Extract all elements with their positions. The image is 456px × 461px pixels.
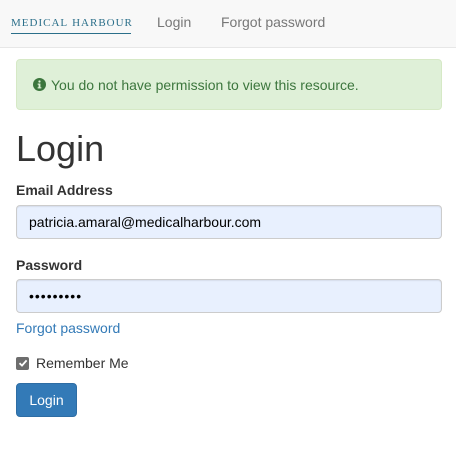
- password-field[interactable]: [16, 279, 442, 313]
- checkmark-icon: [18, 359, 27, 367]
- login-button[interactable]: Login: [16, 383, 77, 417]
- remember-me-checkbox[interactable]: [16, 356, 29, 370]
- navbar: MEDICAL HARBOUR Login Forgot password: [0, 0, 456, 48]
- brand-text-harbour: HARBOUR: [72, 16, 133, 29]
- password-label: Password: [16, 257, 83, 273]
- alert-message: You do not have permission to view this …: [51, 76, 359, 93]
- nav-link-forgot-password[interactable]: Forgot password: [221, 14, 325, 30]
- page-title: Login: [16, 128, 105, 169]
- info-circle-icon: [33, 78, 46, 91]
- brand-underline: [11, 33, 131, 34]
- remember-me-label: Remember Me: [36, 355, 129, 371]
- email-label: Email Address: [16, 182, 113, 198]
- email-field[interactable]: [16, 205, 442, 239]
- forgot-password-link[interactable]: Forgot password: [16, 320, 120, 336]
- permission-alert: You do not have permission to view this …: [16, 59, 442, 110]
- nav-link-login[interactable]: Login: [157, 14, 191, 30]
- remember-me[interactable]: Remember Me: [16, 355, 129, 371]
- brand-text-medical: MEDICAL: [11, 16, 69, 29]
- brand-logo[interactable]: MEDICAL HARBOUR: [11, 9, 133, 37]
